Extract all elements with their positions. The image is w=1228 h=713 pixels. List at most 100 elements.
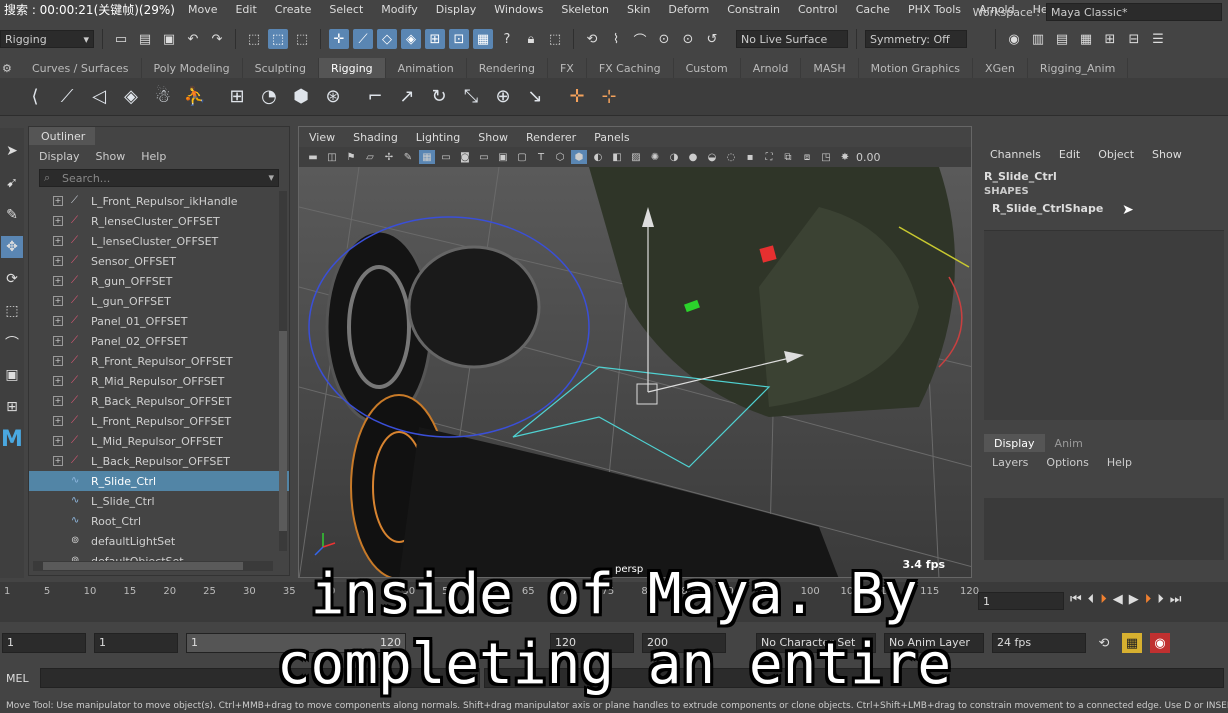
fps-dropdown[interactable]: 24 fps [992, 633, 1086, 653]
motion-blur-icon[interactable]: ◒ [704, 150, 720, 164]
filter-icon[interactable]: ⬚ [545, 29, 565, 49]
select-object-icon[interactable]: ⬚ [268, 29, 288, 49]
bind-skin-icon[interactable]: ◈ [118, 84, 144, 110]
smooth-shade-icon[interactable]: ⬢ [571, 150, 587, 164]
hscrollbar-thumb[interactable] [43, 562, 243, 570]
shelf-tab-curves-surfaces[interactable]: Curves / Surfaces [20, 58, 142, 78]
character-set-dropdown[interactable]: No Character Set [756, 633, 876, 653]
layer-menu-layers[interactable]: Layers [992, 456, 1028, 469]
shelf-tab-mash[interactable]: MASH [801, 58, 859, 78]
joint-tool-icon[interactable]: ⟨ [22, 84, 48, 110]
anim-start-field[interactable]: 1 [94, 633, 178, 653]
scale-tool-icon[interactable]: ⬚ [1, 300, 23, 322]
expand-icon[interactable]: + [53, 256, 63, 266]
help-icon[interactable]: ? [497, 29, 517, 49]
snap-vertex-icon[interactable]: ⊡ [449, 29, 469, 49]
loop-icon[interactable]: ⟲ [1094, 633, 1114, 653]
tool-settings-icon[interactable]: ☰ [1148, 29, 1168, 49]
shelf-tab-animation[interactable]: Animation [386, 58, 467, 78]
outliner-item[interactable]: ∿ Root_Ctrl [29, 511, 289, 531]
render-icon[interactable]: ▥ [1028, 29, 1048, 49]
lights-icon[interactable]: ✺ [647, 150, 663, 164]
viewport-menu-show[interactable]: Show [478, 131, 508, 144]
outliner-item[interactable]: + ⟋ R_gun_OFFSET [29, 271, 289, 291]
start-frame-field[interactable]: 1 [2, 633, 86, 653]
viewport-menu-lighting[interactable]: Lighting [416, 131, 460, 144]
orient-constraint-icon[interactable]: ↻ [426, 84, 452, 110]
viewport-menu-panels[interactable]: Panels [594, 131, 629, 144]
outliner-search-input[interactable]: ⌕ Search... ▾ [39, 169, 279, 187]
menu-cache[interactable]: Cache [847, 3, 899, 16]
wrap-icon[interactable]: ⬢ [288, 84, 314, 110]
menu-phx-tools[interactable]: PHX Tools [899, 3, 970, 16]
outliner-hscrollbar[interactable] [33, 561, 273, 571]
redo-icon[interactable]: ↷ [207, 29, 227, 49]
grid-icon[interactable]: ▦ [419, 150, 435, 164]
isolate-icon[interactable]: ⛶ [761, 150, 777, 164]
layer-tab-anim[interactable]: Anim [1045, 434, 1093, 452]
outliner-item[interactable]: + ⟋ R_Mid_Repulsor_OFFSET [29, 371, 289, 391]
shelf-tab-sculpting[interactable]: Sculpting [243, 58, 319, 78]
layer-menu-options[interactable]: Options [1046, 456, 1088, 469]
safe-action-icon[interactable]: ▢ [514, 150, 530, 164]
wireframe-on-shaded-icon[interactable]: ◐ [590, 150, 606, 164]
open-scene-icon[interactable]: ▤ [135, 29, 155, 49]
xray-icon[interactable]: ▨ [628, 150, 644, 164]
shelf-tab-fx[interactable]: FX [548, 58, 587, 78]
menu-create[interactable]: Create [266, 3, 321, 16]
shelf-tab-poly-modeling[interactable]: Poly Modeling [142, 58, 243, 78]
snap-surface-icon[interactable]: ⊞ [425, 29, 445, 49]
snap-point-icon[interactable]: ◇ [377, 29, 397, 49]
outliner-item[interactable]: + ⟋ L_gun_OFFSET [29, 291, 289, 311]
channel-menu-channels[interactable]: Channels [990, 148, 1041, 161]
expand-icon[interactable]: + [53, 356, 63, 366]
camera-icon[interactable]: ◉ [1004, 29, 1024, 49]
ik-handle-icon[interactable]: ⟋ [54, 84, 80, 110]
mel-input[interactable] [40, 668, 480, 688]
play-forward-icon[interactable]: ▶ [1129, 592, 1139, 607]
hypershade-icon[interactable]: ▦ [1076, 29, 1096, 49]
menu-skin[interactable]: Skin [618, 3, 659, 16]
pencil-icon[interactable]: ✎ [400, 150, 416, 164]
menu-display[interactable]: Display [427, 3, 486, 16]
xray-joints-icon[interactable]: ⧉ [780, 150, 796, 164]
expand-icon[interactable]: + [53, 456, 63, 466]
menu-select[interactable]: Select [320, 3, 372, 16]
go-to-end-icon[interactable]: ⏭ [1170, 592, 1182, 607]
symmetry-dropdown[interactable]: Symmetry: Off [865, 30, 967, 48]
outliner-item[interactable]: + ⟋ L_Mid_Repulsor_OFFSET [29, 431, 289, 451]
safe-title-icon[interactable]: T [533, 150, 549, 164]
channel-box-shape[interactable]: R_Slide_CtrlShape [992, 202, 1103, 215]
single-view-icon[interactable]: ▣ [1, 364, 23, 386]
channel-box-object[interactable]: R_Slide_Ctrl [984, 170, 1057, 183]
resolution-gate-icon[interactable]: ◙ [457, 150, 473, 164]
anim-end-field[interactable]: 120 [550, 633, 634, 653]
save-scene-icon[interactable]: ▣ [159, 29, 179, 49]
history-icon[interactable]: ⟲ [582, 29, 602, 49]
expand-icon[interactable]: + [53, 276, 63, 286]
menu-modify[interactable]: Modify [372, 3, 426, 16]
menu-control[interactable]: Control [789, 3, 847, 16]
expand-icon[interactable]: + [53, 336, 63, 346]
lattice-icon[interactable]: ⊞ [224, 84, 250, 110]
expand-icon[interactable]: + [53, 316, 63, 326]
field-chart-icon[interactable]: ▣ [495, 150, 511, 164]
quick-rig-icon[interactable]: ⛹ [182, 84, 208, 110]
chevron-down-icon[interactable]: ▾ [268, 171, 274, 184]
parent-constraint-icon[interactable]: ⊕ [490, 84, 516, 110]
outliner-item[interactable]: + ⟋ L_lenseCluster_OFFSET [29, 231, 289, 251]
ambient-occlusion-icon[interactable]: ● [685, 150, 701, 164]
current-frame-field[interactable]: 1 [978, 592, 1064, 610]
expand-icon[interactable]: + [53, 196, 63, 206]
snap-view-icon[interactable]: ◈ [401, 29, 421, 49]
menu-edit[interactable]: Edit [226, 3, 265, 16]
outliner-item[interactable]: + ⟋ R_lenseCluster_OFFSET [29, 211, 289, 231]
outliner-item[interactable]: ∿ R_Slide_Ctrl [29, 471, 289, 491]
outliner-item[interactable]: + ⟋ L_Front_Repulsor_ikHandle [29, 191, 289, 211]
shelf-tab-rendering[interactable]: Rendering [467, 58, 548, 78]
undo-icon[interactable]: ↶ [183, 29, 203, 49]
locator-custom-icon[interactable]: ⊹ [596, 84, 622, 110]
menuset-dropdown[interactable]: Rigging ▾ [0, 30, 94, 48]
outliner-scrollbar[interactable] [279, 191, 287, 551]
exposure-value[interactable]: 0.00 [856, 151, 881, 164]
